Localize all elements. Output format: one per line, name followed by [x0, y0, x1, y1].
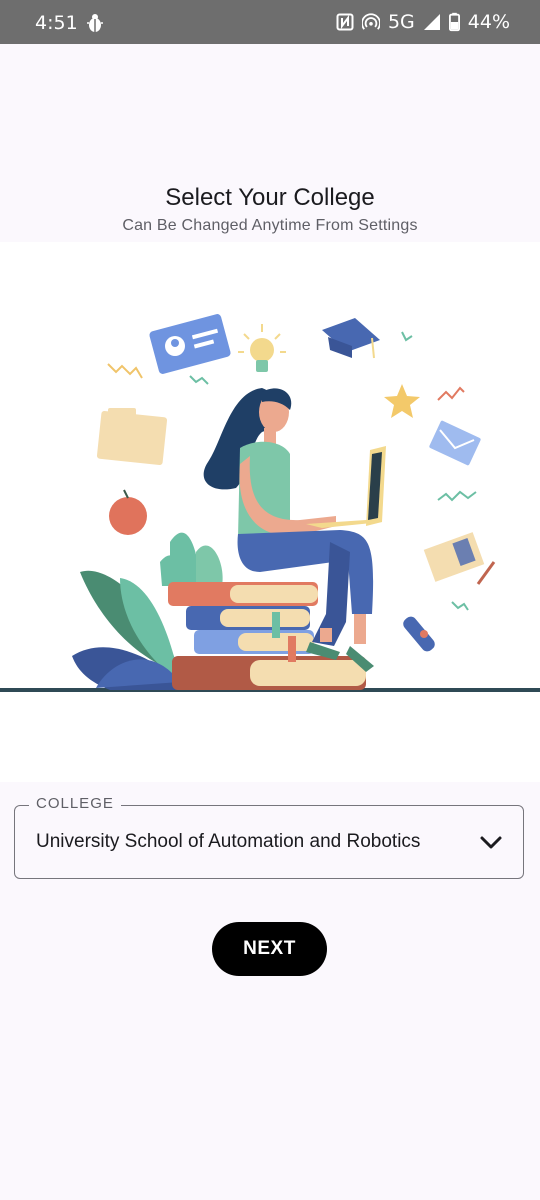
notebook-icon	[423, 532, 496, 585]
status-right-group: 5G 44%	[336, 11, 510, 33]
id-card-icon	[149, 314, 231, 374]
graduation-cap-icon	[322, 318, 380, 359]
page-title: Select Your College	[165, 184, 375, 211]
college-selected-value: University School of Automation and Robo…	[36, 831, 421, 852]
envelope-icon	[429, 420, 481, 466]
status-bar: 4:51 5G 44%	[0, 0, 540, 44]
network-type: 5G	[387, 11, 415, 33]
lightbulb-icon	[238, 324, 286, 372]
bug-icon	[87, 14, 103, 32]
status-time: 4:51	[35, 12, 78, 34]
woman-reading-on-books-illustration	[0, 242, 540, 782]
star-icon	[384, 384, 420, 418]
battery-percent: 44%	[467, 11, 510, 33]
hotspot-icon	[361, 13, 380, 30]
chevron-down-icon[interactable]	[479, 834, 503, 852]
folder-icon	[96, 408, 168, 466]
next-button[interactable]: NEXT	[212, 922, 327, 976]
signal-icon	[423, 14, 440, 30]
apple-icon	[109, 489, 147, 535]
battery-icon	[448, 12, 460, 32]
college-field-label: COLLEGE	[29, 795, 121, 812]
page-subtitle: Can Be Changed Anytime From Settings	[122, 217, 418, 234]
diploma-icon	[403, 616, 435, 652]
nfc-icon	[336, 13, 354, 31]
college-dropdown[interactable]: COLLEGE University School of Automation …	[14, 795, 524, 879]
